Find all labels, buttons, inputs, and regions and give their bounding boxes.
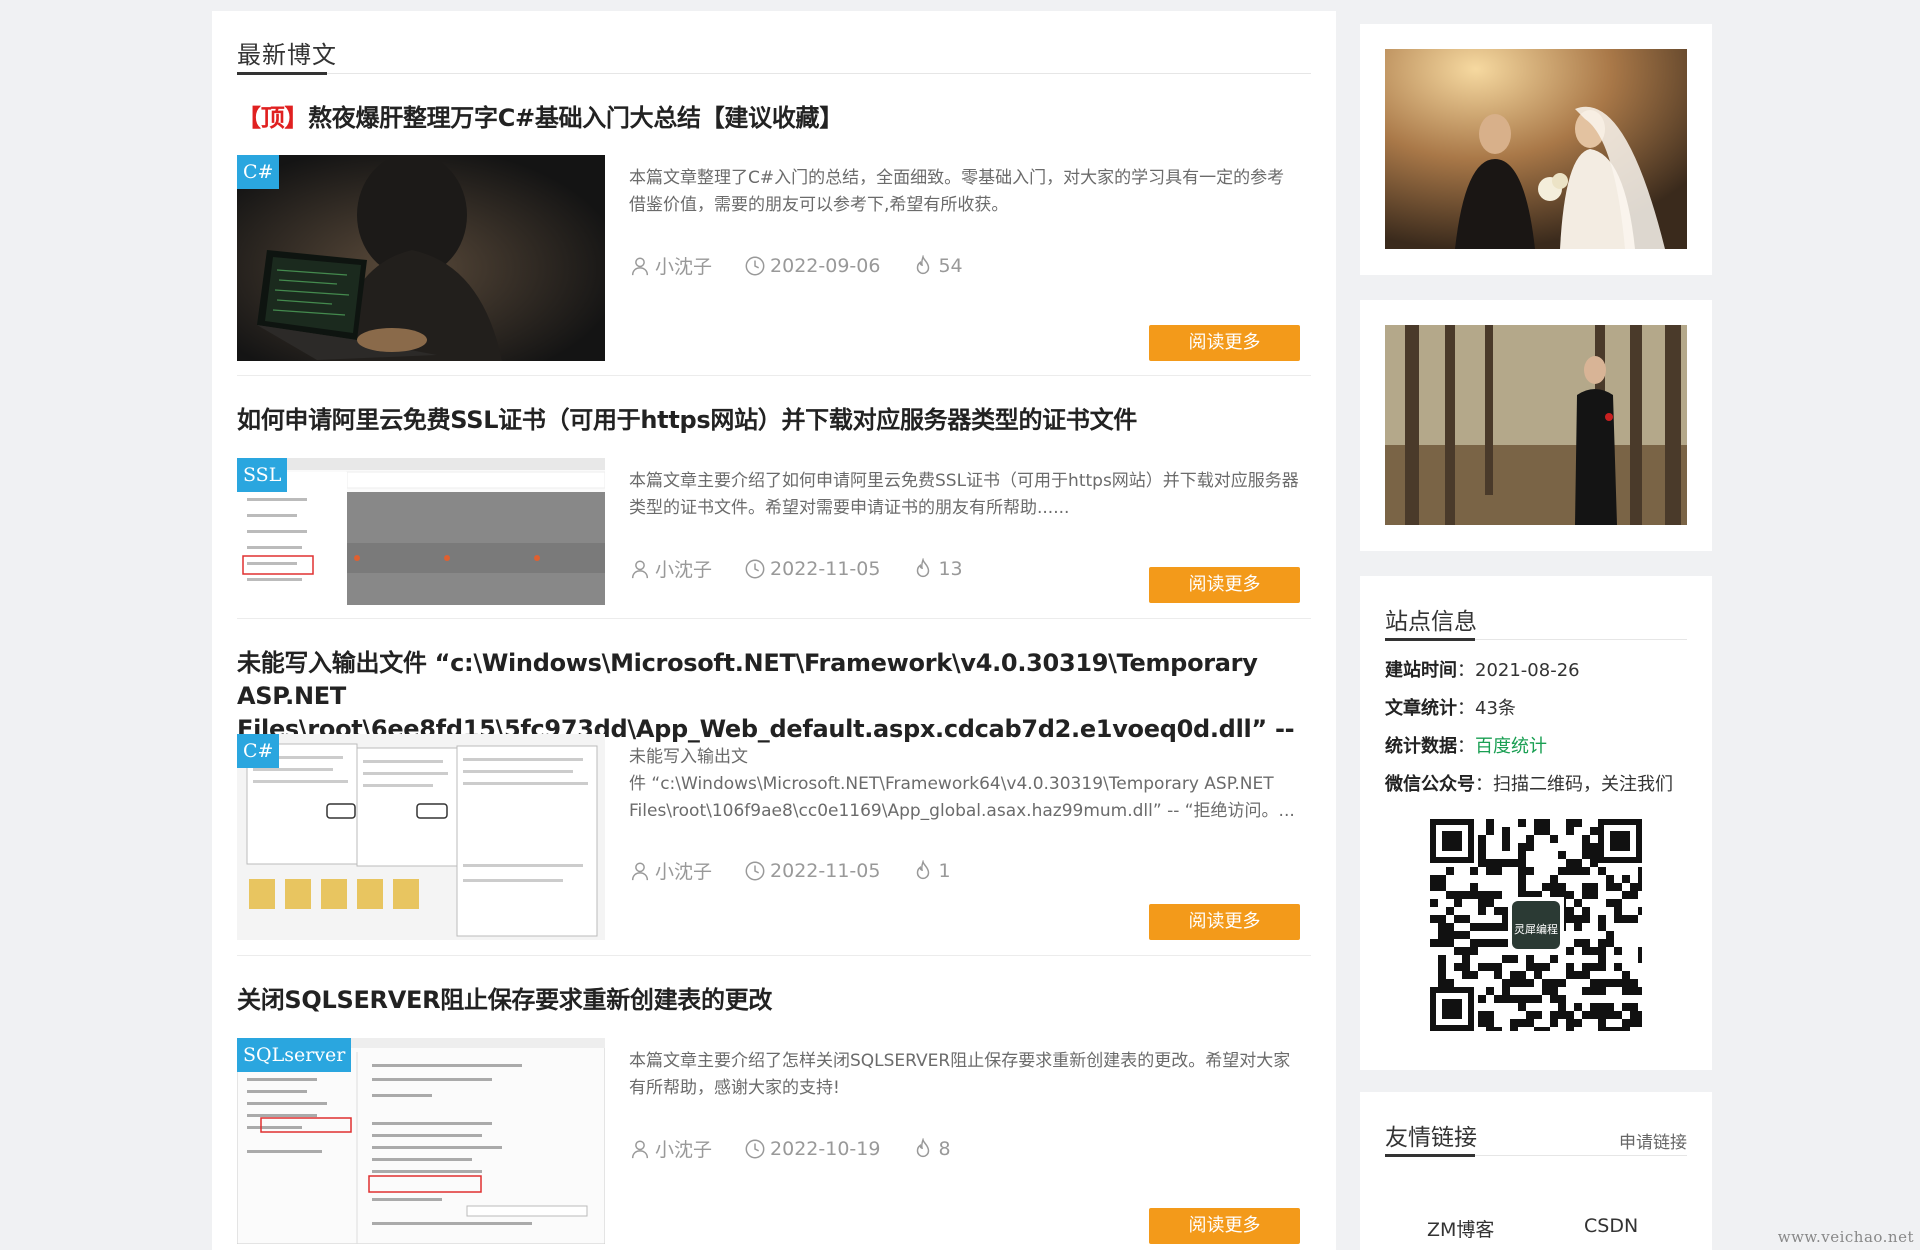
post-summary: 未能写入输出文 件 “c:\Windows\Microsoft.NET\Fram… <box>629 747 1295 821</box>
visual-studio-screenshot <box>237 734 605 940</box>
hot-count: 54 <box>912 252 963 279</box>
section-title: 最新博文 <box>237 41 337 69</box>
friend-link-zm[interactable]: ZM博客 <box>1427 1215 1494 1242</box>
hot-count: 1 <box>912 857 951 884</box>
groom-photo <box>1385 325 1687 525</box>
clock-icon <box>745 1139 765 1158</box>
post-summary: 本篇文章主要介绍了如何申请阿里云免费SSL证书（可用于https网站）并下载对应… <box>629 471 1299 518</box>
flame-icon <box>917 859 930 879</box>
read-more-button[interactable]: 阅读更多 <box>1149 325 1300 361</box>
friend-link-csdn[interactable]: CSDN <box>1584 1215 1638 1237</box>
flame-icon <box>917 557 930 577</box>
watermark: www.veichao.net <box>1777 1228 1914 1246</box>
category-tag: C# <box>237 155 280 189</box>
wechat-row: 微信公众号：扫描二维码，关注我们 <box>1385 774 1673 795</box>
photo-card <box>1360 24 1712 275</box>
post-meta: 小沈子 2022-11-05 1 <box>629 857 951 884</box>
post-body: C# 本篇文章整理了C#入门的总结，全面细致。零基础入门，对大家的学习具有一定的… <box>237 144 1311 361</box>
site-info-underline <box>1385 638 1687 641</box>
user-icon <box>631 559 649 578</box>
section-title-underline <box>237 72 1311 75</box>
author: 小沈子 <box>629 1135 712 1162</box>
category-tag: C# <box>237 734 280 768</box>
read-more-button[interactable]: 阅读更多 <box>1149 904 1300 940</box>
post-meta: 小沈子 2022-11-05 13 <box>629 555 963 582</box>
hot-count: 13 <box>912 555 963 582</box>
clock-icon <box>745 861 765 880</box>
photo-card <box>1360 300 1712 551</box>
post-divider <box>237 955 1311 956</box>
pinned-label: 【顶】 <box>237 104 309 132</box>
user-icon <box>631 1139 649 1158</box>
svg-text:灵犀编程: 灵犀编程 <box>1514 922 1558 936</box>
post-thumbnail[interactable]: C# <box>237 734 605 940</box>
publish-date: 2022-10-19 <box>744 1135 880 1162</box>
flame-icon <box>917 254 930 274</box>
publish-date: 2022-11-05 <box>744 857 880 884</box>
article-count-row: 文章统计：43条 <box>1385 698 1516 719</box>
baidu-stats-link[interactable]: 百度统计 <box>1475 736 1547 757</box>
post-card: 如何申请阿里云免费SSL证书（可用于https网站）并下载对应服务器类型的证书文… <box>237 404 1311 437</box>
friend-links-title: 友情链接 <box>1385 1125 1477 1151</box>
post-summary: 本篇文章整理了C#入门的总结，全面细致。零基础入门，对大家的学习具有一定的参考借… <box>629 168 1285 215</box>
user-icon <box>631 861 649 880</box>
post-thumbnail[interactable]: SSL <box>237 458 605 605</box>
post-thumbnail[interactable]: SQLserver <box>237 1038 605 1244</box>
site-info-card: 站点信息 建站时间：2021-08-26 文章统计：43条 统计数据：百度统计 … <box>1360 576 1712 1070</box>
post-meta: 小沈子 2022-09-06 54 <box>629 252 963 279</box>
post-body: SSL 本篇文章主要介绍了如何申请阿里云免费SSL证书（可用于https网站）并… <box>237 447 1311 657</box>
post-meta: 小沈子 2022-10-19 8 <box>629 1135 951 1162</box>
author: 小沈子 <box>629 857 712 884</box>
post-card: 【顶】熬夜爆肝整理万字C#基础入门大总结【建议收藏】 <box>237 102 1311 135</box>
hacker-laptop-image <box>237 155 605 361</box>
wedding-photo <box>1385 49 1687 249</box>
post-title-link[interactable]: 【顶】熬夜爆肝整理万字C#基础入门大总结【建议收藏】 <box>237 102 1311 135</box>
clock-icon <box>745 256 765 275</box>
flame-icon <box>917 1137 930 1157</box>
read-more-button[interactable]: 阅读更多 <box>1149 567 1300 603</box>
post-thumbnail[interactable]: C# <box>237 155 605 361</box>
post-summary: 本篇文章主要介绍了怎样关闭SQLSERVER阻止保存要求重新创建表的更改。希望对… <box>629 1051 1291 1098</box>
latest-posts-panel: 最新博文 【顶】熬夜爆肝整理万字C#基础入门大总结【建议收藏】 C# 本篇文章整… <box>212 11 1336 1250</box>
aliyun-console-screenshot <box>237 458 605 605</box>
post-title-link[interactable]: 如何申请阿里云免费SSL证书（可用于https网站）并下载对应服务器类型的证书文… <box>237 404 1311 437</box>
post-card: 关闭SQLSERVER阻止保存要求重新创建表的更改 <box>237 984 1311 1017</box>
build-date-row: 建站时间：2021-08-26 <box>1385 660 1580 681</box>
clock-icon <box>745 559 765 578</box>
site-info-title: 站点信息 <box>1385 609 1477 635</box>
author: 小沈子 <box>629 252 712 279</box>
hot-count: 8 <box>912 1135 951 1162</box>
category-tag: SSL <box>237 458 288 492</box>
user-icon <box>631 256 649 275</box>
author: 小沈子 <box>629 555 712 582</box>
category-tag: SQLserver <box>237 1038 352 1072</box>
post-divider <box>237 375 1311 376</box>
friend-links-card: 友情链接 申请链接 ZM博客 CSDN <box>1360 1092 1712 1250</box>
post-body: SQLserver 本篇文章主要介绍了怎样关闭SQLSERVER阻止保存要求重新… <box>237 1027 1311 1244</box>
read-more-button[interactable]: 阅读更多 <box>1149 1208 1300 1244</box>
publish-date: 2022-09-06 <box>744 252 880 279</box>
publish-date: 2022-11-05 <box>744 555 880 582</box>
stats-row: 统计数据：百度统计 <box>1385 736 1547 757</box>
post-title-link[interactable]: 关闭SQLSERVER阻止保存要求重新创建表的更改 <box>237 984 1311 1017</box>
post-body: C# 未能写入输出文 件 “c:\Windows\Microsoft.NET\F… <box>237 723 1311 943</box>
apply-link[interactable]: 申请链接 <box>1619 1128 1687 1153</box>
post-divider <box>237 618 1311 619</box>
wechat-qr-code: 灵犀编程 <box>1430 819 1646 1035</box>
friend-links-underline <box>1385 1154 1687 1157</box>
